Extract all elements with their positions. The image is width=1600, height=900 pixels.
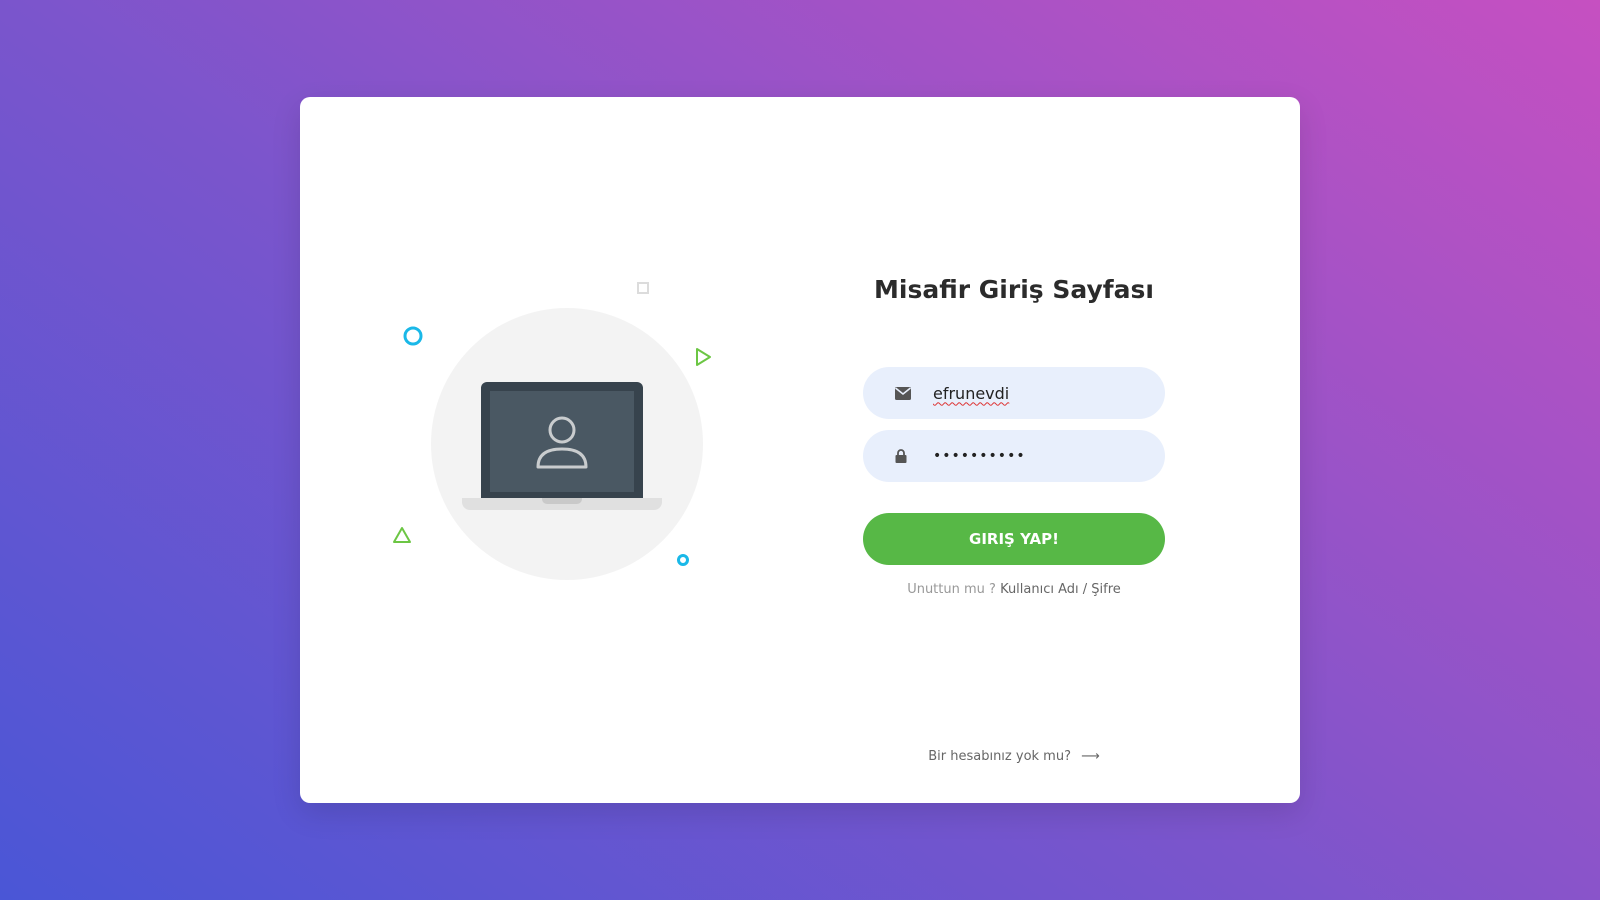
login-card: Misafir Giriş Sayfası efrunevdi ••••••••… — [300, 97, 1300, 803]
signup-link[interactable]: Bir hesabınız yok mu? ⟶ — [863, 749, 1165, 764]
arrow-right-icon: ⟶ — [1081, 749, 1100, 764]
triangle-deco-icon — [393, 527, 411, 543]
laptop-notch — [542, 498, 582, 504]
forgot-credentials: Unuttun mu ? Kullanıcı Adı / Şifre — [863, 582, 1165, 597]
laptop-screen — [481, 382, 643, 499]
lock-icon — [895, 449, 933, 463]
signup-label[interactable]: Bir hesabınız yok mu? — [928, 749, 1071, 764]
forgot-prefix: Unuttun mu ? — [907, 582, 996, 597]
envelope-icon — [895, 386, 933, 400]
email-field[interactable]: efrunevdi — [863, 367, 1165, 419]
page-title: Misafir Giriş Sayfası — [874, 275, 1154, 304]
login-button[interactable]: GIRIŞ YAP! — [863, 513, 1165, 565]
forgot-credentials-link[interactable]: Kullanıcı Adı / Şifre — [1000, 582, 1121, 597]
password-field[interactable]: •••••••••• — [863, 430, 1165, 482]
ring-deco-icon — [403, 326, 423, 346]
login-illustration — [390, 277, 730, 597]
password-input[interactable]: •••••••••• — [933, 448, 1026, 464]
user-icon — [536, 416, 588, 468]
play-triangle-deco-icon — [696, 348, 711, 366]
dot-ring-deco-icon — [677, 554, 689, 566]
square-deco-icon — [637, 282, 649, 294]
email-input[interactable]: efrunevdi — [933, 384, 1009, 403]
